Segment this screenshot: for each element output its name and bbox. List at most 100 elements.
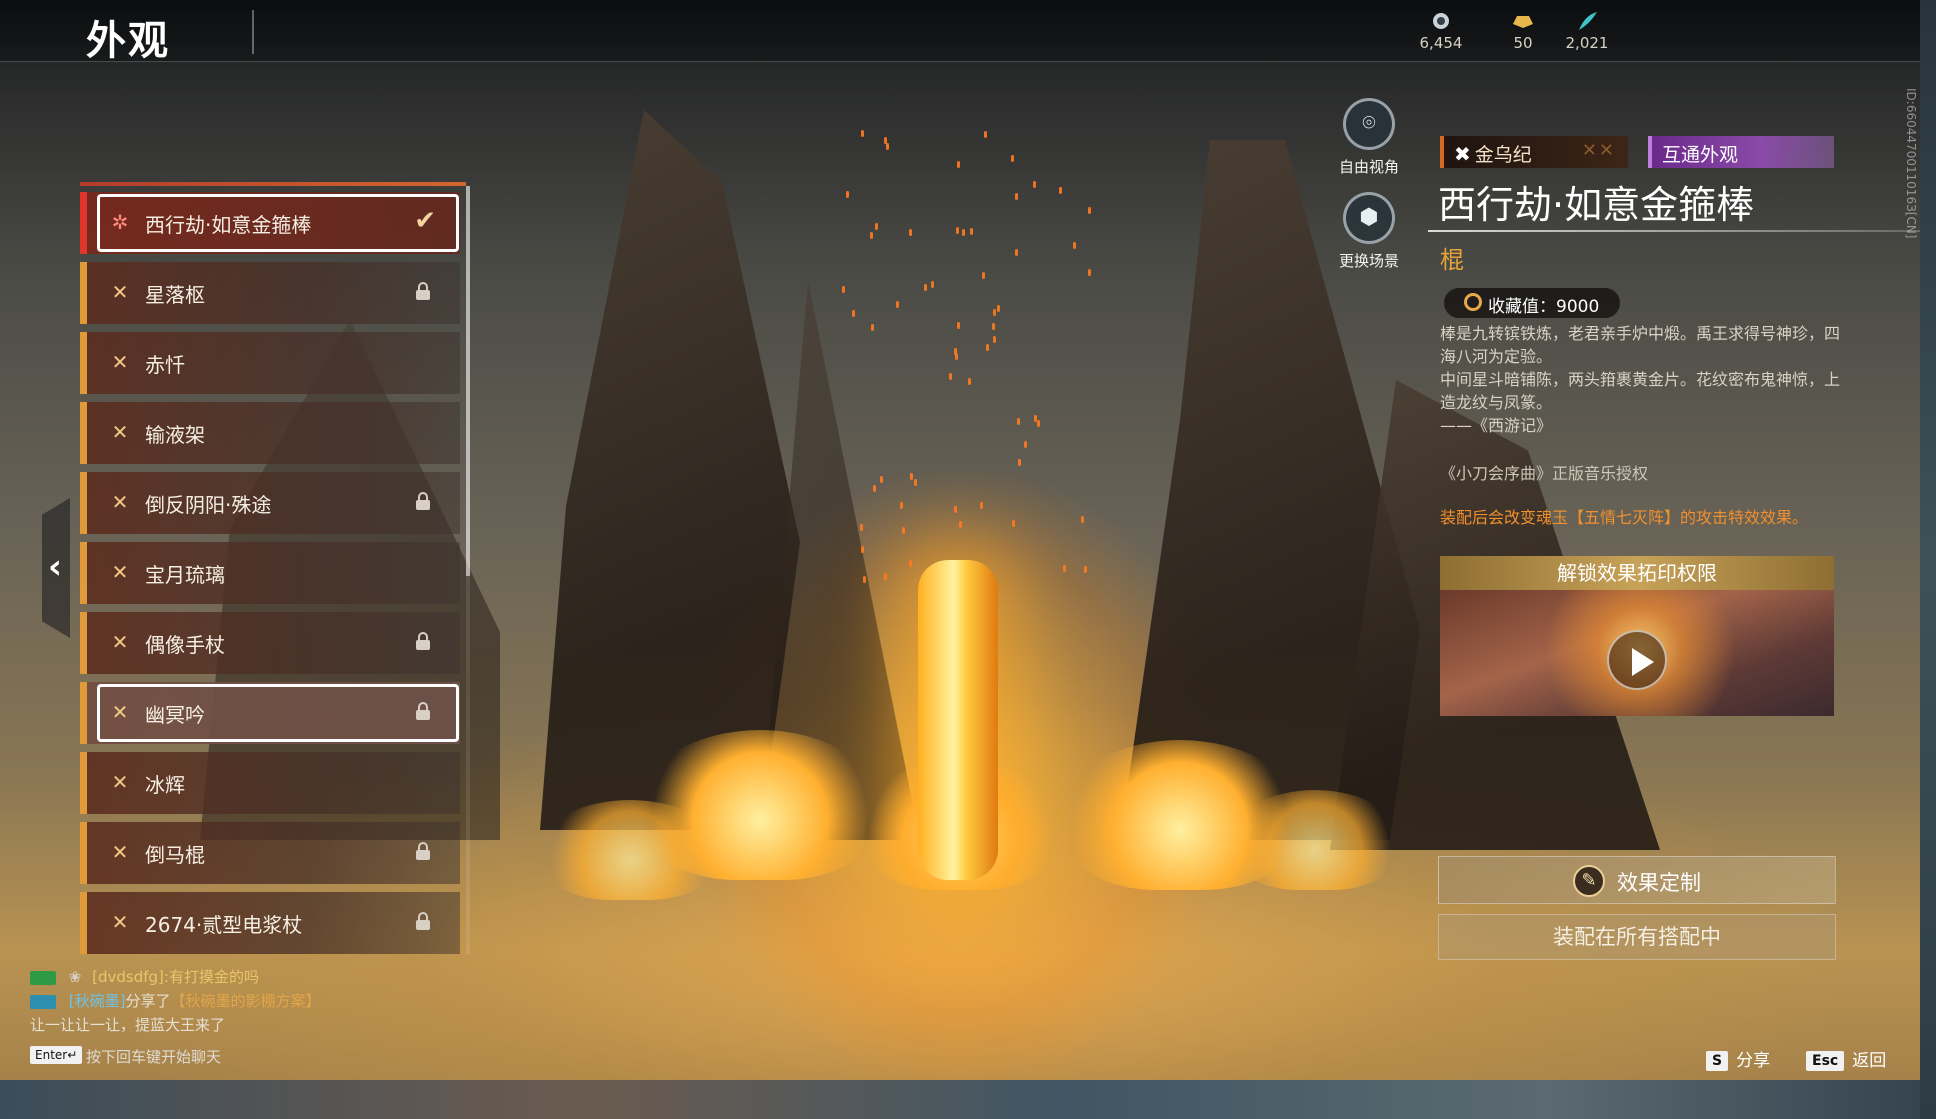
effect-customize-button[interactable]: ✎ 效果定制 xyxy=(1438,856,1836,904)
currency-spirit-jade: 6,454 xyxy=(1406,10,1476,52)
chat-sender[interactable]: [dvdsdfg] xyxy=(92,968,164,986)
lotus-icon: ❀ xyxy=(68,968,82,986)
change-scene-button[interactable]: ⬢ 更换场景 xyxy=(1324,192,1414,271)
page-title: 外观 xyxy=(86,18,170,64)
spark-particle xyxy=(870,232,874,240)
skin-item-label: 赤忏 xyxy=(145,353,185,377)
skin-emblem-icon: ✕ xyxy=(111,350,129,374)
skin-list-item[interactable]: ✕ 星落枢 xyxy=(80,262,460,324)
esc-key-icon: Esc xyxy=(1806,1051,1845,1071)
equip-all-button[interactable]: 装配在所有搭配中 xyxy=(1438,914,1836,960)
background-desktop-strip xyxy=(0,1080,1936,1119)
back-hotkey[interactable]: Esc 返回 xyxy=(1806,1046,1887,1071)
spark-particle xyxy=(1014,192,1018,200)
skin-emblem-icon: ✕ xyxy=(111,280,129,304)
item-description: 棒是九转镔铁炼，老君亲手炉中煅。禹王求得号神珍，四海八河为定验。 中间星斗暗铺陈… xyxy=(1440,322,1840,437)
lock-icon xyxy=(416,632,430,650)
unlock-effect-card[interactable]: 解锁效果拓印权限 xyxy=(1440,556,1834,716)
free-view-button[interactable]: ⌾ 自由视角 xyxy=(1324,98,1414,177)
skin-list-item[interactable]: ✕ 赤忏 xyxy=(80,332,460,394)
currency-value: 6,454 xyxy=(1419,34,1463,52)
skin-emblem-icon: ✕ xyxy=(111,630,129,654)
effect-preview-video[interactable] xyxy=(1440,590,1834,716)
spark-particle xyxy=(949,373,952,381)
skin-list-item[interactable]: ✕ 冰辉 xyxy=(80,752,460,814)
play-icon[interactable] xyxy=(1607,630,1667,690)
spark-particle xyxy=(1034,414,1038,422)
spark-particle xyxy=(1063,565,1067,573)
spark-particle xyxy=(861,129,865,137)
skin-list-item[interactable]: ✕ 倒马棍 xyxy=(80,822,460,884)
description-line: 棒是九转镔铁炼，老君亲手炉中煅。禹王求得号神珍，四海八河为定验。 xyxy=(1440,324,1841,366)
spirit-jade-icon xyxy=(1433,13,1449,29)
skin-item-label: 偶像手杖 xyxy=(145,633,225,657)
s-key-icon: S xyxy=(1706,1051,1729,1071)
description-line: 中间星斗暗铺陈，两头箝裹黄金片。花纹密布鬼神惊，上造龙纹与凤篆。 xyxy=(1440,370,1841,412)
share-label: 分享 xyxy=(1736,1051,1771,1071)
golden-staff-pillar xyxy=(918,560,998,880)
skin-item-label: 输液架 xyxy=(145,423,205,447)
skin-list-item[interactable]: ✲ 西行劫·如意金箍棒 ✔ xyxy=(80,192,460,254)
spark-particle xyxy=(841,285,845,293)
divider xyxy=(1428,230,1920,232)
list-frame-accent xyxy=(80,182,466,186)
spark-particle xyxy=(996,304,1000,312)
spark-particle xyxy=(860,546,864,554)
camera-icon: ⌾ xyxy=(1362,111,1376,136)
spark-particle xyxy=(1059,186,1063,194)
skin-item-label: 宝月琉璃 xyxy=(145,563,225,587)
change-scene-label: 更换场景 xyxy=(1338,252,1399,270)
skin-emblem-icon: ✕ xyxy=(111,770,129,794)
description-line: ——《西游记》 xyxy=(1440,416,1553,435)
spark-particle xyxy=(899,502,903,510)
lock-icon xyxy=(416,842,430,860)
spark-particle xyxy=(957,322,961,330)
currency-value: 50 xyxy=(1513,34,1533,52)
chat-text: 分享了 xyxy=(125,992,171,1010)
spark-particle xyxy=(1037,420,1041,428)
spark-particle xyxy=(985,344,989,352)
skin-list-item[interactable]: ✕ 幽冥吟 xyxy=(80,682,460,744)
spark-particle xyxy=(967,377,971,385)
currency-value: 2,021 xyxy=(1565,34,1609,52)
skin-list-item[interactable]: ✕ 倒反阴阳·殊途 xyxy=(80,472,460,534)
spark-particle xyxy=(852,309,856,317)
skin-emblem-icon: ✕ xyxy=(111,490,129,514)
skin-emblem-icon: ✕ xyxy=(111,840,129,864)
chevron-left-icon[interactable]: ‹ xyxy=(48,550,62,584)
skin-emblem-icon: ✕ xyxy=(111,560,129,584)
flame-effect xyxy=(640,730,880,880)
skin-list-item[interactable]: ✕ 偶像手杖 xyxy=(80,612,460,674)
spark-particle xyxy=(992,335,996,343)
share-hotkey[interactable]: S 分享 xyxy=(1706,1046,1771,1071)
spark-particle xyxy=(953,348,957,356)
spark-particle xyxy=(884,573,888,581)
series-pattern-icon: ✕✕ xyxy=(1581,140,1616,161)
spark-particle xyxy=(955,226,959,234)
scrollbar-thumb[interactable] xyxy=(466,186,470,576)
effect-note: 装配后会改变魂玉【五情七灭阵】的攻击特效效果。 xyxy=(1440,508,1809,527)
back-label: 返回 xyxy=(1852,1051,1887,1071)
spark-particle xyxy=(982,271,986,279)
skin-item-label: 星落枢 xyxy=(145,283,205,307)
chat-share-link[interactable]: 【秋碗墨的影棚方案】 xyxy=(171,992,321,1010)
chat-message: ❀ [dvdsdfg]:有打摸金的吗 xyxy=(30,966,259,987)
skin-list-item[interactable]: ✕ 宝月琉璃 xyxy=(80,542,460,604)
skin-list-item[interactable]: ✕ 输液架 xyxy=(80,402,460,464)
music-credit: 《小刀会序曲》正版音乐授权 xyxy=(1440,464,1649,483)
spark-particle xyxy=(902,526,906,534)
spark-particle xyxy=(1018,459,1022,467)
spark-particle xyxy=(872,484,876,492)
chat-input-hint[interactable]: 按下回车键开始聊天 xyxy=(86,1046,221,1067)
chat-sender[interactable]: [秋碗墨] xyxy=(69,992,126,1010)
spark-particle xyxy=(875,222,879,230)
spark-particle xyxy=(1073,241,1077,249)
spark-particle xyxy=(1023,440,1027,448)
skin-emblem-icon: ✕ xyxy=(111,700,129,724)
chat-text: 让一让让一让，提蓝大王来了 xyxy=(30,1016,226,1034)
spark-particle xyxy=(969,228,973,236)
team-channel-icon xyxy=(30,994,56,1009)
skin-list-item[interactable]: ✕ 2674·贰型电浆杖 xyxy=(80,892,460,954)
spark-particle xyxy=(1017,417,1021,425)
world-channel-icon xyxy=(30,970,56,985)
